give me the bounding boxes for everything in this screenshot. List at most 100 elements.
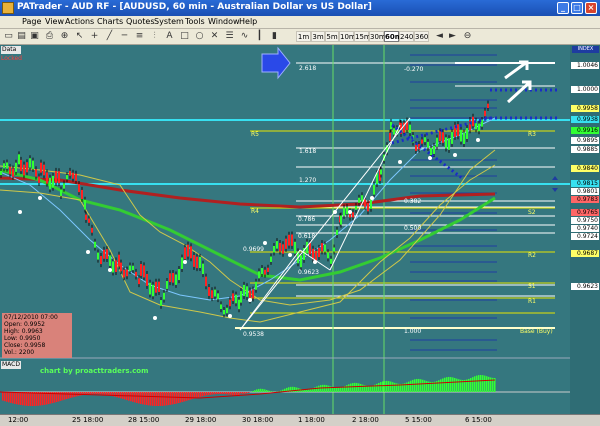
- candle-body: [240, 291, 242, 303]
- chart-area[interactable]: [0, 45, 600, 415]
- chevron-left-icon[interactable]: ◄: [434, 31, 445, 42]
- candle-body: [484, 110, 486, 117]
- macd-bar: [486, 376, 488, 392]
- candle-body: [9, 166, 11, 175]
- candle-body: [217, 293, 219, 300]
- channel-icon[interactable]: ≡: [134, 31, 145, 42]
- macd-bar: [470, 378, 472, 392]
- level-label-r1: R1: [528, 298, 536, 305]
- macd-bar: [376, 383, 378, 392]
- macd-bar: [188, 392, 190, 401]
- time-label: 30 18:00: [242, 416, 274, 424]
- candle-body: [46, 172, 48, 184]
- candle-body: [321, 243, 323, 252]
- macd-bar: [422, 379, 424, 392]
- properties-icon[interactable]: ☰: [224, 31, 235, 42]
- candle-body: [223, 309, 225, 315]
- macd-bar: [152, 392, 154, 406]
- menu-window[interactable]: Window: [208, 17, 240, 26]
- text-tool-icon[interactable]: A: [164, 31, 175, 42]
- timeframe-1m[interactable]: 1m: [296, 31, 311, 42]
- candle-body: [106, 249, 108, 259]
- zoom-icon[interactable]: ⊕: [59, 31, 70, 42]
- menu-view[interactable]: View: [45, 17, 64, 26]
- candle-body: [285, 238, 287, 249]
- timeframe-60m[interactable]: 60m: [384, 31, 402, 42]
- macd-bar: [490, 377, 492, 392]
- horizontal-line-icon[interactable]: ─: [119, 31, 130, 42]
- candle-body: [149, 282, 151, 295]
- macd-bar: [66, 392, 68, 400]
- ohlc-high: High: 0.9963: [4, 328, 43, 335]
- maximize-button[interactable]: □: [571, 2, 583, 14]
- candle-body: [97, 252, 99, 260]
- crosshair-icon[interactable]: +: [89, 31, 100, 42]
- candle-body: [35, 169, 37, 177]
- rectangle-icon[interactable]: □: [179, 31, 190, 42]
- print-icon[interactable]: ⎙: [44, 31, 55, 42]
- new-icon[interactable]: ▭: [3, 31, 14, 42]
- candle-body: [243, 284, 245, 297]
- macd-bar: [380, 382, 382, 392]
- macd-bar: [100, 392, 102, 395]
- fib-label-1000: 1.000: [404, 328, 422, 335]
- macd-bar: [392, 382, 394, 392]
- minimize-button[interactable]: _: [557, 2, 569, 14]
- macd-bar: [386, 380, 388, 392]
- candle-body: [205, 276, 207, 287]
- time-label: 1 18:00: [298, 416, 325, 424]
- macd-bar: [138, 392, 140, 404]
- macd-bar: [326, 385, 328, 392]
- menu-system[interactable]: System: [154, 17, 184, 26]
- menu-help[interactable]: Help: [239, 17, 257, 26]
- title-bar: PATrader - AUD RF - [AUDUSD, 60 min - Au…: [0, 0, 600, 16]
- macd-bar: [148, 392, 150, 406]
- menu-quotes[interactable]: Quotes: [126, 17, 155, 26]
- zoom-out-icon[interactable]: ⊖: [462, 31, 473, 42]
- candle-body: [120, 262, 122, 272]
- timeframe-3m[interactable]: 3m: [311, 31, 325, 42]
- candle-body: [246, 286, 248, 297]
- close-button[interactable]: ×: [585, 2, 597, 14]
- erase-icon[interactable]: ✕: [209, 31, 220, 42]
- menu-tools[interactable]: Tools: [185, 17, 205, 26]
- timeframe-5m[interactable]: 5m: [325, 31, 339, 42]
- candle-body: [487, 103, 489, 109]
- macd-bar: [228, 392, 230, 395]
- candle-chart-icon[interactable]: ▮: [269, 31, 280, 42]
- menu-actions[interactable]: Actions: [65, 17, 94, 26]
- macd-bar: [484, 375, 486, 392]
- menu-charts[interactable]: Charts: [97, 17, 123, 26]
- menu-page[interactable]: Page: [22, 17, 41, 26]
- chevron-right-icon[interactable]: ►: [447, 31, 458, 42]
- candle-body: [448, 138, 450, 150]
- save-icon[interactable]: ▣: [29, 31, 40, 42]
- macd-bar: [360, 383, 362, 392]
- ellipse-icon[interactable]: ○: [194, 31, 205, 42]
- bar-chart-icon[interactable]: ┃: [254, 31, 265, 42]
- arrow-cursor-icon[interactable]: ↖: [74, 31, 85, 42]
- macd-bar: [64, 392, 66, 400]
- macd-bar: [154, 392, 156, 406]
- price-label: 0.9958: [571, 105, 599, 112]
- timeframe-15m[interactable]: 15m: [354, 31, 371, 42]
- sar-dot: [453, 153, 457, 157]
- macd-bar: [88, 392, 90, 395]
- line-tool-icon[interactable]: ╱: [104, 31, 115, 42]
- open-icon[interactable]: ▤: [16, 31, 27, 42]
- timeframe-30m[interactable]: 30m: [369, 31, 386, 42]
- macd-bar: [266, 389, 268, 392]
- macd-bar: [114, 392, 116, 397]
- time-axis[interactable]: 12:00 25 18:00 28 15:00 29 18:00 30 18:0…: [0, 414, 600, 426]
- timeframe-240[interactable]: 240: [399, 31, 414, 42]
- fibonacci-icon[interactable]: ⫶: [149, 31, 160, 42]
- macd-bar: [210, 392, 212, 395]
- candle-body: [20, 159, 22, 172]
- timeframe-360[interactable]: 360: [414, 31, 429, 42]
- locked-status: Locked: [1, 55, 22, 62]
- candle-body: [26, 162, 28, 173]
- timeframe-10m[interactable]: 10m: [339, 31, 356, 42]
- indicator-icon[interactable]: ∿: [239, 31, 250, 42]
- macd-bar: [474, 376, 476, 392]
- candle-body: [202, 263, 204, 275]
